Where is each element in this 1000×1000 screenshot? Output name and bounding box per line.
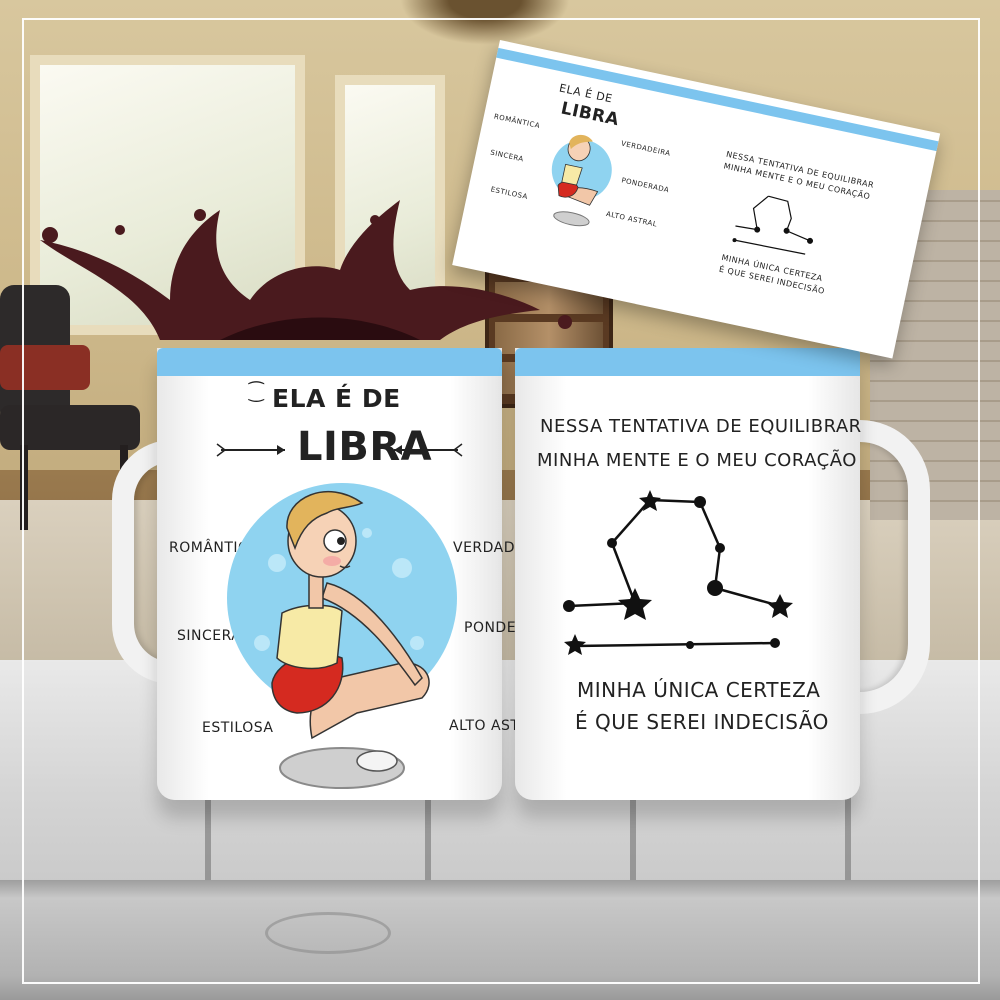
chandelier: [400, 0, 570, 45]
closing-line-2: É QUE SEREI INDECISÃO: [575, 710, 829, 734]
sheet-trait-right-2: PONDERADA: [620, 176, 670, 195]
wood-knot: [265, 912, 391, 954]
star-icon: [618, 588, 652, 620]
libra-constellation: [563, 490, 793, 655]
table-front-board: [0, 880, 1000, 1000]
star-icon: [564, 634, 586, 655]
arrow-left-icon: [216, 443, 285, 457]
libra-girl-illustration: [227, 483, 457, 789]
verse-line-2: MINHA MENTE E O MEU CORAÇÃO: [537, 450, 857, 471]
sheet-trait-left-1: ROMÂNTICA: [493, 112, 541, 131]
mug-rim: [515, 348, 860, 376]
sheet-trait-right-1: VERDADEIRA: [620, 139, 672, 158]
mug-rim: [157, 348, 502, 376]
verse-line-1: NESSA TENTATIVA DE EQUILIBRAR: [540, 416, 862, 437]
star-icon: [767, 594, 793, 618]
sheet-trait-left-3: ESTILOSA: [489, 185, 529, 202]
arrow-right-icon: [394, 443, 463, 457]
sheet-constellation: [732, 195, 814, 255]
mug-heading: ELA É DE: [272, 384, 401, 413]
product-scene: ELA É DE ⁐ LIBRA ROMÂNTICA SINCERA ESTIL…: [0, 0, 1000, 1000]
closing-line-1: MINHA ÚNICA CERTEZA: [577, 678, 821, 702]
mug-back: NESSA TENTATIVA DE EQUILIBRAR MINHA MENT…: [515, 348, 862, 800]
mug-front: ELA É DE ⁐ LIBRA ROMÂNTICA SINCERA ESTIL…: [157, 348, 556, 800]
mug-deco-left: ⁐: [249, 382, 264, 403]
sheet-trait-left-2: SINCERA: [489, 148, 525, 164]
sheet-trait-right-3: ALTO ASTRAL: [605, 209, 658, 229]
